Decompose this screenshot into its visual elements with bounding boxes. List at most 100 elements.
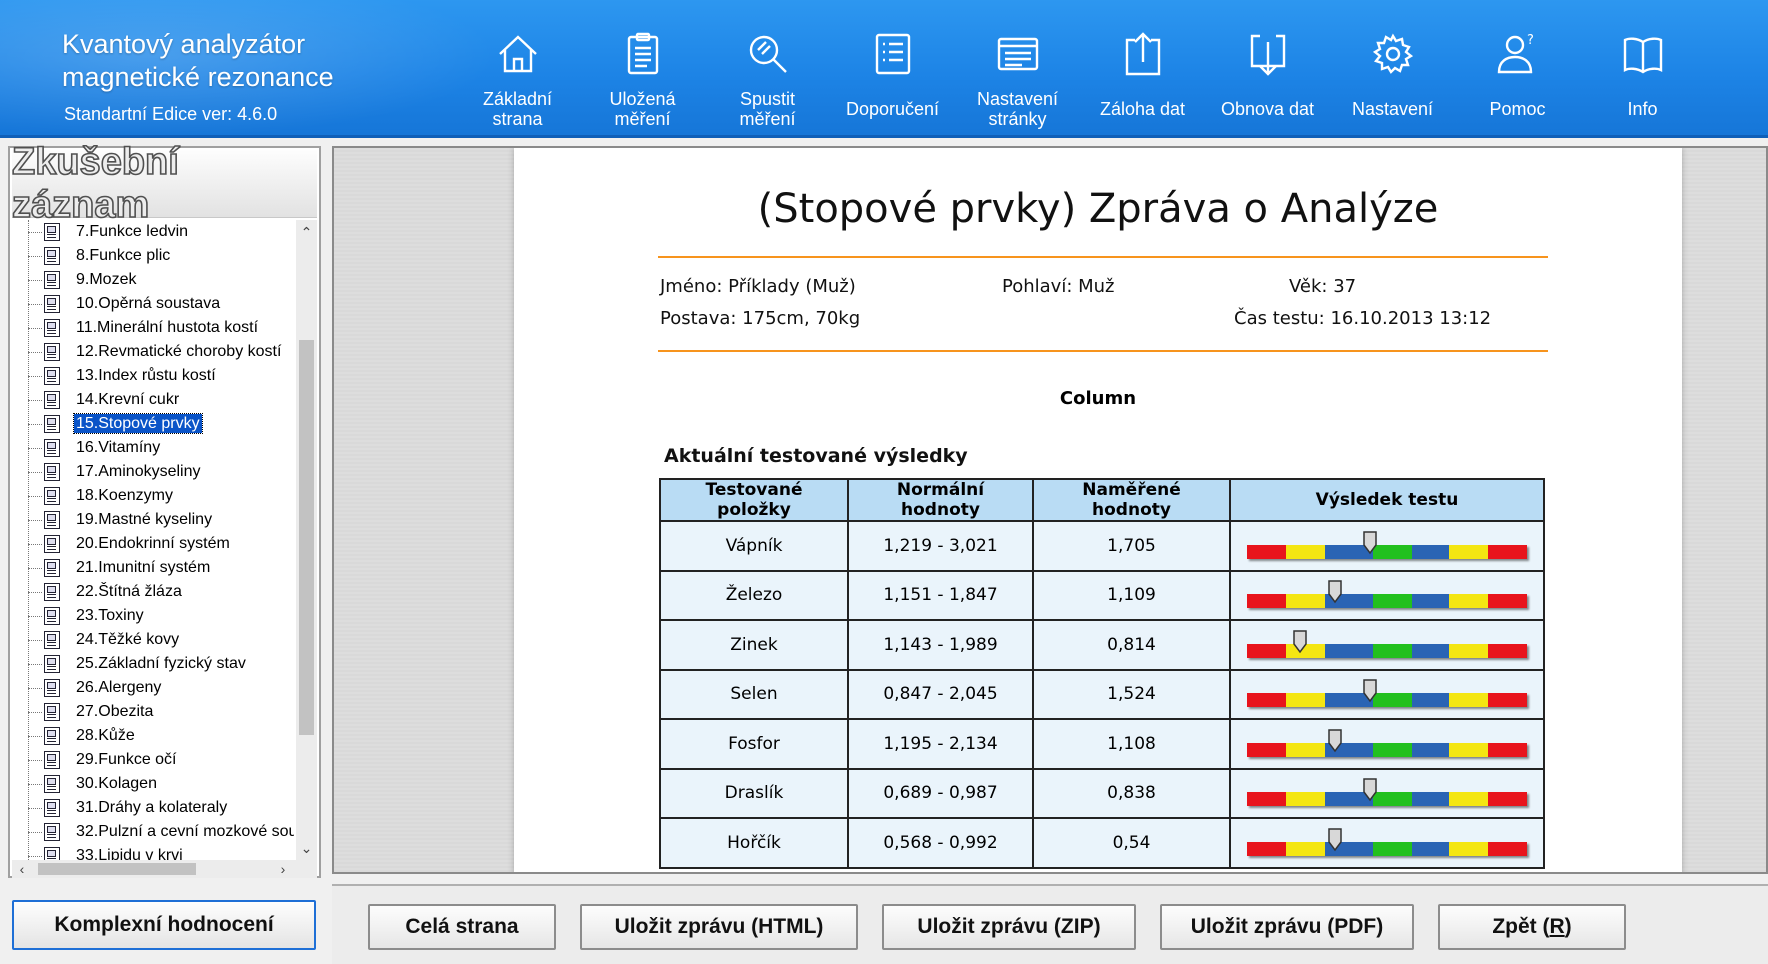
tree-item[interactable]: 10.Opěrná soustava [12,292,294,316]
tree-item[interactable]: 8.Funkce plic [12,244,294,268]
toolbar-start-measurement-button[interactable]: Spustit měření [705,0,830,138]
result-item: Železo [659,569,849,621]
tree-item[interactable]: 31.Dráhy a kolateraly [12,796,294,820]
gauge-segment [1247,594,1287,609]
tree-horizontal-scrollbar[interactable]: ‹ › [12,860,317,878]
tree-item[interactable]: 23.Toxiny [12,604,294,628]
record-tree[interactable]: 7.Funkce ledvin 8.Funkce plic 9.Mozek 10.Op… [12,220,294,860]
report-viewer[interactable]: (Stopové prvky) Zpráva o Analýze Jméno: … [332,146,1768,874]
tree-item[interactable]: 11.Minerální hustota kostí [12,316,294,340]
app-version: Standartní Edice ver: 4.6.0 [64,104,278,124]
gauge-pointer-icon [1328,580,1342,604]
header-tested-items: Testované položky [659,478,849,522]
tree-item[interactable]: 26.Alergeny [12,676,294,700]
toolbar-info-button[interactable]: Info [1580,0,1705,138]
tree-item[interactable]: 17.Aminokyseliny [12,460,294,484]
toolbar-settings-label: Nastavení [1351,99,1434,119]
tree-item-label: 29.Funkce očí [76,751,177,768]
hscrollbar-thumb[interactable] [38,863,196,875]
test-time: Čas testu: 16.10.2013 13:12 [1234,308,1492,329]
gauge-pointer-icon [1363,531,1377,554]
tree-item-label: 13.Index růstu kostí [76,367,216,384]
tree-item[interactable]: 18.Koenzymy [12,484,294,508]
full-page-button[interactable]: Celá strana [368,904,556,950]
gauge-segment [1448,544,1488,559]
svg-text:?: ? [1527,33,1534,48]
tree-item[interactable]: 15.Stopové prvky [12,412,294,436]
gauge-segment [1247,742,1287,757]
scroll-right-arrow-icon[interactable]: › [273,860,293,878]
toolbar-restore-button[interactable]: Obnova dat [1205,0,1330,138]
tree-item[interactable]: 32.Pulzní a cevní mozkové sou [12,820,294,844]
toolbar-backup-button[interactable]: Záloha dat [1080,0,1205,138]
report-page: (Stopové prvky) Zpráva o Analýze Jméno: … [514,148,1682,872]
gauge-pointer-icon [1328,828,1342,851]
tree-item[interactable]: 25.Základní fyzický stav [12,652,294,676]
result-normal-range: 1,143 - 1,989 [847,619,1034,671]
upload-icon [1125,32,1160,76]
tree-item[interactable]: 13.Index růstu kostí [12,364,294,388]
save-html-button[interactable]: Uložit zprávu (HTML) [580,904,858,950]
gauge-segment [1487,841,1527,856]
gauge-segment [1412,693,1449,708]
scroll-down-arrow-icon[interactable]: ⌄ [296,838,317,858]
tree-item[interactable]: 28.Kůže [12,724,294,748]
tree-item[interactable]: 20.Endokrinní systém [12,532,294,556]
tree-item[interactable]: 12.Revmatické choroby kostí [12,340,294,364]
tree-item[interactable]: 21.Imunitní systém [12,556,294,580]
tree-item[interactable]: 24.Těžké kovy [12,628,294,652]
tree-connector [28,448,42,449]
result-item: Fosfor [659,718,849,770]
toolbar-restore-label: Obnova dat [1220,99,1315,119]
gauge-segment [1247,792,1287,807]
document-icon [44,487,60,505]
toolbar-page-settings-button[interactable]: Nastavení stránky [955,0,1080,138]
tree-item[interactable]: 7.Funkce ledvin [12,220,294,244]
scroll-up-arrow-icon[interactable]: ⌃ [296,222,317,242]
scrollbar-thumb[interactable] [299,340,314,735]
gauge-segment [1286,594,1326,609]
home-icon [498,35,537,73]
app-title-line1: Kvantový analyzátor [62,29,306,59]
tree-connector [28,760,42,761]
record-panel-header: Zkušební záznam [11,140,317,226]
document-icon [44,583,60,601]
tree-connector [28,784,42,785]
scroll-left-arrow-icon[interactable]: ‹ [12,860,32,878]
tree-connector [28,256,42,257]
tree-connector [28,328,42,329]
tree-item[interactable]: 19.Mastné kyseliny [12,508,294,532]
complex-evaluation-button[interactable]: Komplexní hodnocení [12,900,316,950]
result-gauge-cell [1229,817,1545,869]
gauge-segment [1448,792,1488,807]
results-table-caption: Aktuální testované výsledky [664,445,968,467]
tree-item[interactable]: 30.Kolagen [12,772,294,796]
tree-item[interactable]: 33.Lipidu v krvi [12,844,294,860]
tree-vertical-scrollbar[interactable]: ⌃ ⌄ [296,220,317,860]
back-button[interactable]: Zpět (R) [1438,904,1626,950]
toolbar-home-button[interactable]: Základní strana [455,0,580,138]
document-icon [44,391,60,409]
tree-item[interactable]: 27.Obezita [12,700,294,724]
results-table: Testované položky Normální hodnoty Naměř… [659,478,1545,869]
toolbar-saved-measurements-button[interactable]: Uložená měření [580,0,705,138]
gauge-segment [1487,792,1527,807]
toolbar-recommendations-button[interactable]: Doporučení [830,0,955,138]
toolbar-settings-button[interactable]: Nastavení [1330,0,1455,138]
tree-item-label: 8.Funkce plic [76,247,171,264]
tree-item[interactable]: 29.Funkce očí [12,748,294,772]
tree-item[interactable]: 16.Vitamíny [12,436,294,460]
tree-item[interactable]: 22.Štítná žláza [12,580,294,604]
user-help-icon: ? [1497,33,1534,74]
save-zip-button[interactable]: Uložit zprávu (ZIP) [882,904,1136,950]
document-icon [44,295,60,313]
save-pdf-button[interactable]: Uložit zprávu (PDF) [1160,904,1414,950]
tree-item[interactable]: 14.Krevní cukr [12,388,294,412]
tree-connector [28,352,42,353]
tree-connector [28,616,42,617]
gauge-segment [1286,742,1326,757]
tree-item[interactable]: 9.Mozek [12,268,294,292]
tree-connector [28,496,42,497]
tree-item-label: 15.Stopové prvky [73,413,203,434]
toolbar-help-button[interactable]: ? Pomoc [1455,0,1580,138]
